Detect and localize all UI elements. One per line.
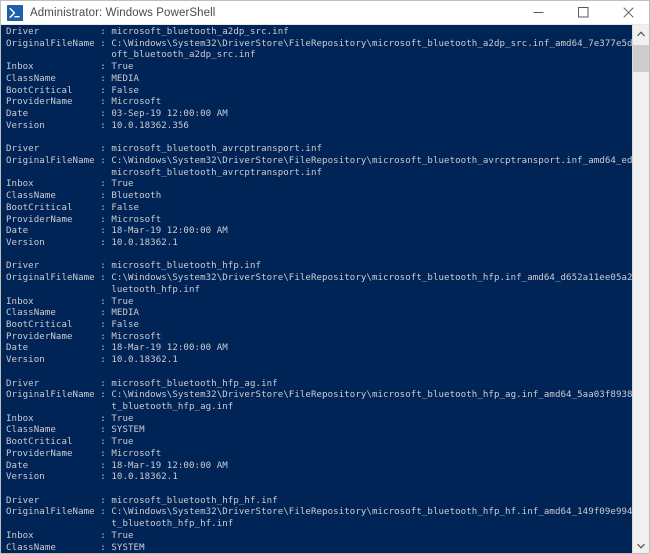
title-bar[interactable]: Administrator: Windows PowerShell — [1, 1, 649, 25]
console-text: Driver : microsoft_bluetooth_a2dp_src.in… — [6, 27, 634, 553]
close-button[interactable] — [606, 1, 649, 24]
powershell-window: Administrator: Windows PowerShell Driver… — [0, 0, 650, 554]
powershell-prompt-icon — [7, 4, 23, 21]
chevron-up-icon — [637, 31, 645, 36]
scroll-up-button[interactable] — [633, 25, 649, 42]
minimize-button[interactable] — [516, 1, 561, 24]
window-title: Administrator: Windows PowerShell — [30, 6, 216, 19]
vertical-scrollbar[interactable] — [632, 25, 649, 553]
chevron-down-icon — [637, 543, 645, 548]
maximize-button[interactable] — [561, 1, 606, 24]
scroll-down-button[interactable] — [633, 537, 649, 553]
console-output-area[interactable]: Driver : microsoft_bluetooth_a2dp_src.in… — [1, 25, 634, 553]
scrollbar-thumb[interactable] — [633, 45, 649, 72]
